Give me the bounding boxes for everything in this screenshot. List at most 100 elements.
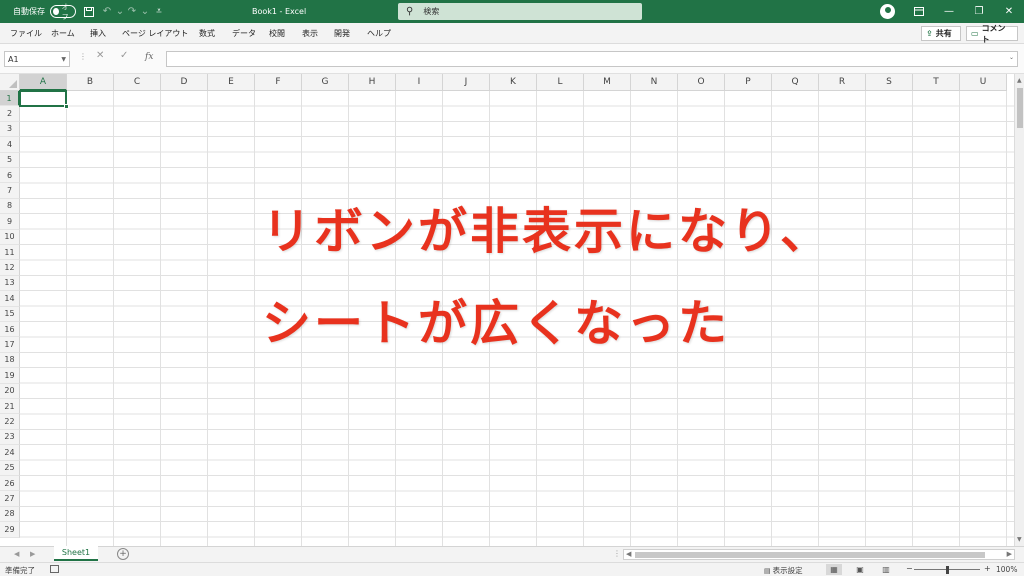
- search-box[interactable]: ⚲ 検索: [398, 3, 642, 20]
- row-header-12[interactable]: 12: [0, 260, 20, 276]
- sheet-tab-sheet1[interactable]: Sheet1: [54, 546, 98, 561]
- row-header-22[interactable]: 22: [0, 414, 20, 430]
- row-header-11[interactable]: 11: [0, 245, 20, 261]
- sheet-prev-icon[interactable]: ◀: [14, 550, 19, 558]
- tab-review[interactable]: 校閲: [269, 23, 285, 44]
- row-header-9[interactable]: 9: [0, 214, 20, 230]
- column-header-e[interactable]: E: [208, 74, 255, 91]
- row-header-28[interactable]: 28: [0, 506, 20, 523]
- row-header-7[interactable]: 7: [0, 183, 20, 199]
- column-header-d[interactable]: D: [161, 74, 208, 91]
- row-header-25[interactable]: 25: [0, 460, 20, 476]
- row-header-5[interactable]: 5: [0, 152, 20, 168]
- tab-help[interactable]: ヘルプ: [367, 23, 391, 44]
- comment-button[interactable]: ▭ コメント: [966, 24, 1018, 44]
- tab-file[interactable]: ファイル: [10, 23, 42, 44]
- insert-function-icon[interactable]: fx: [145, 52, 153, 62]
- column-header-l[interactable]: L: [537, 74, 584, 91]
- tab-page-layout[interactable]: ページ レイアウト: [122, 23, 188, 44]
- avatar-icon[interactable]: [880, 4, 895, 19]
- scroll-up-icon[interactable]: ▲: [1017, 77, 1022, 84]
- horizontal-scroll-thumb[interactable]: [635, 552, 985, 558]
- column-header-h[interactable]: H: [349, 74, 396, 91]
- column-header-r[interactable]: R: [819, 74, 866, 91]
- add-sheet-icon[interactable]: +: [117, 548, 129, 560]
- close-icon[interactable]: ✕: [994, 0, 1024, 23]
- column-header-q[interactable]: Q: [772, 74, 819, 91]
- share-button[interactable]: ⇪ 共有: [921, 26, 961, 41]
- column-header-u[interactable]: U: [960, 74, 1007, 91]
- active-cell[interactable]: [19, 90, 67, 107]
- tab-developer[interactable]: 開発: [334, 23, 350, 44]
- enter-icon[interactable]: ✓: [120, 50, 128, 61]
- vertical-scroll-thumb[interactable]: [1017, 88, 1023, 128]
- column-header-o[interactable]: O: [678, 74, 725, 91]
- scroll-down-icon[interactable]: ▼: [1017, 536, 1022, 543]
- row-header-15[interactable]: 15: [0, 306, 20, 322]
- redo-icon[interactable]: ↷: [125, 0, 139, 23]
- row-header-10[interactable]: 10: [0, 229, 20, 245]
- column-header-g[interactable]: G: [302, 74, 349, 91]
- column-header-m[interactable]: M: [584, 74, 631, 91]
- column-header-a[interactable]: A: [20, 74, 67, 91]
- column-header-f[interactable]: F: [255, 74, 302, 91]
- row-header-27[interactable]: 27: [0, 491, 20, 507]
- column-header-b[interactable]: B: [67, 74, 114, 91]
- vertical-scrollbar[interactable]: ▲ ▼: [1014, 74, 1024, 546]
- normal-view-icon[interactable]: ▦: [826, 564, 842, 575]
- sheet-next-icon[interactable]: ▶: [30, 550, 35, 558]
- formula-bar-grip-icon[interactable]: ⋮: [79, 52, 87, 61]
- column-header-n[interactable]: N: [631, 74, 678, 91]
- scroll-split-grip-icon[interactable]: ⋮: [613, 549, 621, 558]
- row-header-29[interactable]: 29: [0, 522, 20, 538]
- row-header-8[interactable]: 8: [0, 198, 20, 215]
- row-header-26[interactable]: 26: [0, 476, 20, 492]
- display-settings-button[interactable]: ▤ 表示設定: [764, 565, 803, 576]
- expand-formula-bar-icon[interactable]: ⌄: [1009, 54, 1014, 61]
- cancel-icon[interactable]: ✕: [96, 50, 104, 61]
- zoom-out-icon[interactable]: −: [906, 564, 913, 573]
- redo-dropdown-icon[interactable]: ⌄: [138, 0, 152, 23]
- tab-home[interactable]: ホーム: [51, 23, 75, 44]
- column-header-i[interactable]: I: [396, 74, 443, 91]
- select-all-button[interactable]: [0, 74, 20, 91]
- chevron-down-icon[interactable]: ▼: [61, 56, 66, 63]
- fill-handle[interactable]: [64, 104, 69, 109]
- row-header-20[interactable]: 20: [0, 383, 20, 399]
- tab-data[interactable]: データ: [232, 23, 256, 44]
- name-box[interactable]: A1 ▼: [4, 51, 70, 67]
- restore-icon[interactable]: ❐: [964, 0, 994, 23]
- minimize-icon[interactable]: —: [934, 0, 964, 23]
- scroll-left-icon[interactable]: ◀: [626, 550, 631, 558]
- zoom-level[interactable]: 100%: [996, 565, 1017, 574]
- row-header-4[interactable]: 4: [0, 137, 20, 153]
- page-break-preview-icon[interactable]: ▥: [878, 564, 894, 575]
- row-header-14[interactable]: 14: [0, 291, 20, 307]
- row-header-21[interactable]: 21: [0, 399, 20, 415]
- row-header-17[interactable]: 17: [0, 337, 20, 353]
- row-header-18[interactable]: 18: [0, 352, 20, 369]
- customize-quick-access-icon[interactable]: ⩡: [152, 0, 166, 23]
- column-header-s[interactable]: S: [866, 74, 913, 91]
- row-header-23[interactable]: 23: [0, 429, 20, 446]
- row-header-6[interactable]: 6: [0, 168, 20, 184]
- macro-record-icon[interactable]: [50, 565, 59, 573]
- column-header-j[interactable]: J: [443, 74, 490, 91]
- tab-formulas[interactable]: 数式: [199, 23, 215, 44]
- row-header-16[interactable]: 16: [0, 322, 20, 338]
- formula-input[interactable]: ⌄: [166, 51, 1018, 67]
- undo-icon[interactable]: ↶: [100, 0, 114, 23]
- page-layout-view-icon[interactable]: ▣: [852, 564, 868, 575]
- column-header-k[interactable]: K: [490, 74, 537, 91]
- horizontal-scrollbar[interactable]: ◀ ▶: [623, 549, 1015, 560]
- zoom-slider-thumb[interactable]: [946, 566, 949, 574]
- scroll-right-icon[interactable]: ▶: [1007, 550, 1012, 558]
- row-header-3[interactable]: 3: [0, 121, 20, 138]
- row-header-1[interactable]: 1: [0, 91, 20, 107]
- row-header-19[interactable]: 19: [0, 368, 20, 384]
- column-header-p[interactable]: P: [725, 74, 772, 91]
- row-header-24[interactable]: 24: [0, 445, 20, 461]
- row-header-13[interactable]: 13: [0, 275, 20, 292]
- save-icon[interactable]: [82, 0, 96, 23]
- column-header-t[interactable]: T: [913, 74, 960, 91]
